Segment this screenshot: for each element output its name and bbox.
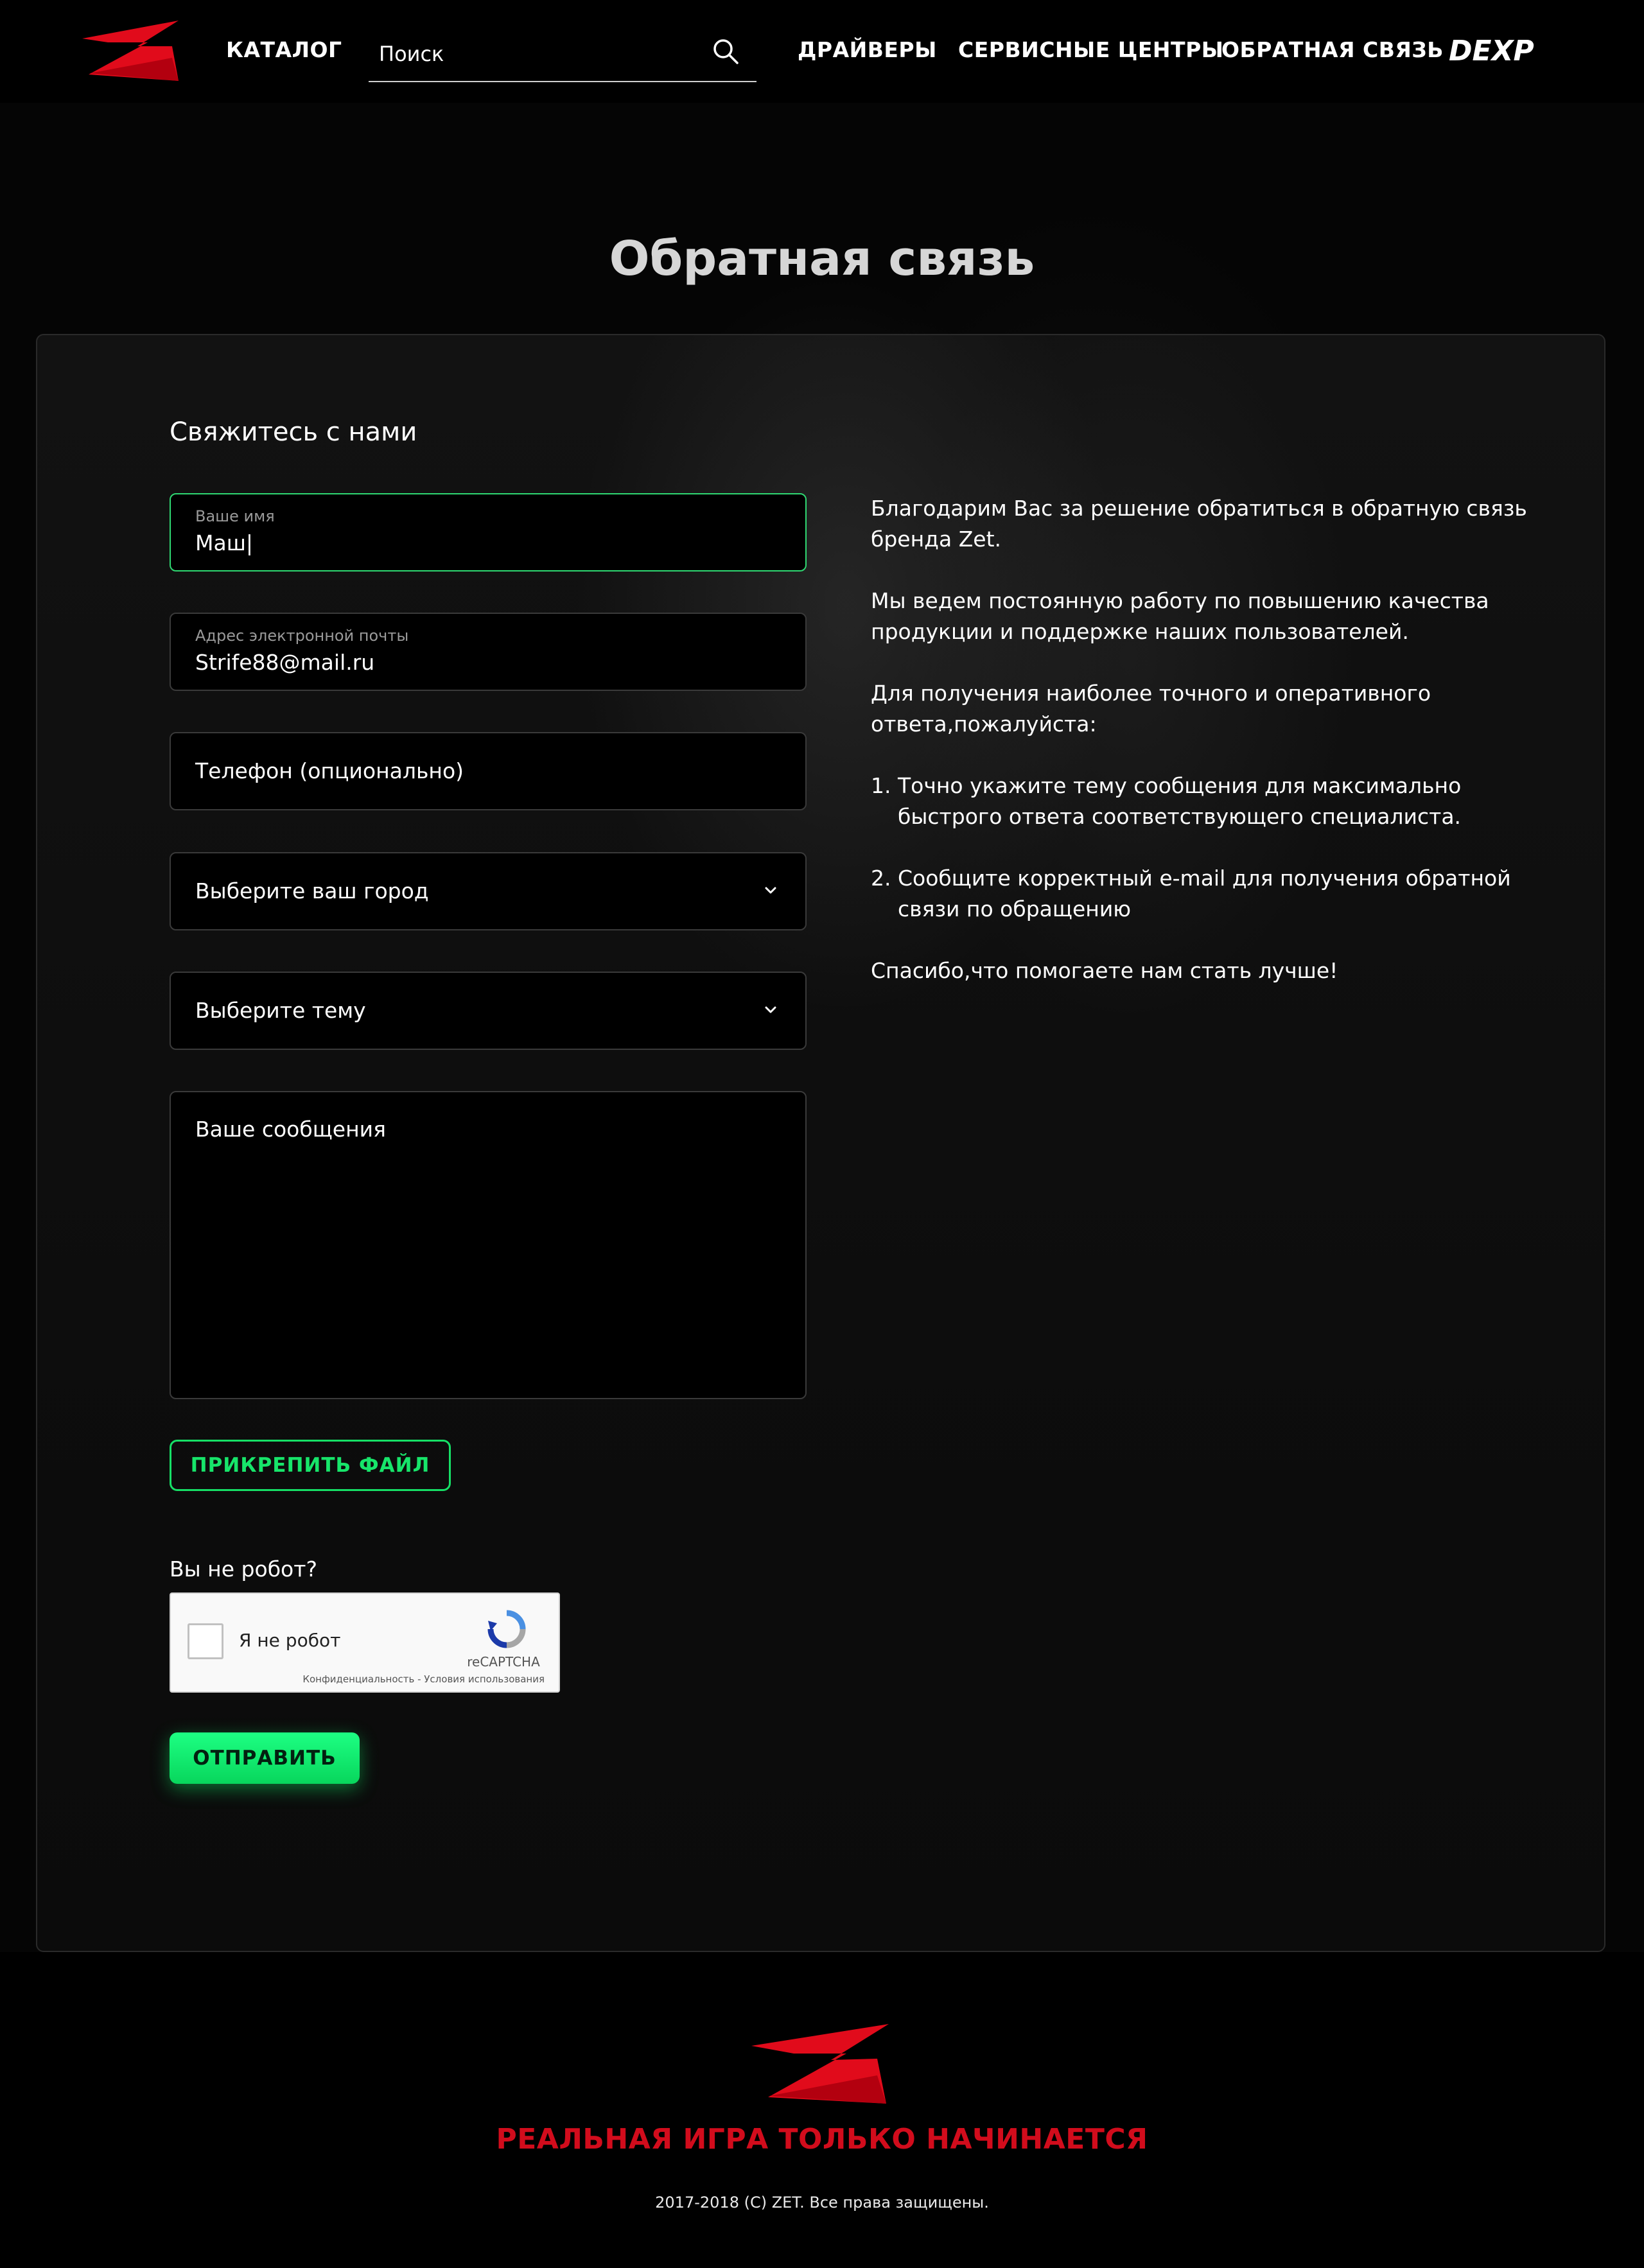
phone-placeholder: Телефон (опционально) xyxy=(195,758,464,783)
page-title: Обратная связь xyxy=(609,231,1035,286)
info-list-item-2: 2. Сообщите корректный e-mail для получе… xyxy=(871,866,1511,921)
chevron-down-icon xyxy=(765,887,776,894)
name-value[interactable]: Маш| xyxy=(195,530,253,555)
captcha-brand: reCAPTCHA xyxy=(467,1654,540,1670)
message-textarea[interactable]: Ваше сообщения xyxy=(170,1091,807,1399)
info-paragraph-3: Для получения наиболее точного и операти… xyxy=(871,681,1431,737)
info-paragraph-2: Мы ведем постоянную работу по повышению … xyxy=(871,588,1489,644)
footer-copyright: 2017-2018 (C) ZET. Все права защищены. xyxy=(655,2194,989,2211)
name-field[interactable]: Ваше имя Маш| xyxy=(170,493,807,571)
captcha-label: Я не робот xyxy=(239,1630,341,1651)
zet-logo-icon[interactable] xyxy=(76,19,185,83)
search-icon[interactable] xyxy=(712,37,740,65)
attach-file-button[interactable]: ПРИКРЕПИТЬ ФАЙЛ xyxy=(170,1440,451,1491)
recaptcha-widget: Я не робот reCAPTCHA Конфиденциальность … xyxy=(170,1592,560,1693)
chevron-down-icon xyxy=(765,1006,776,1013)
submit-button[interactable]: ОТПРАВИТЬ xyxy=(170,1732,360,1784)
email-field[interactable]: Адрес электронной почты Strife88@mail.ru xyxy=(170,613,807,691)
site-header: КАТАЛОГ ДРАЙВЕРЫ СЕРВИСНЫЕ ЦЕНТРЫ ОБРАТН… xyxy=(0,0,1644,103)
city-placeholder: Выберите ваш город xyxy=(195,878,429,903)
nav-drivers[interactable]: ДРАЙВЕРЫ xyxy=(798,37,937,62)
nav-feedback[interactable]: ОБРАТНАЯ СВЯЗЬ xyxy=(1221,37,1444,62)
topic-select[interactable]: Выберите тему xyxy=(170,972,807,1050)
dexp-logo-icon[interactable]: DEXP xyxy=(1449,37,1568,63)
zet-logo-icon[interactable] xyxy=(751,2023,894,2106)
info-paragraph-4: Спасибо,что помогаете нам стать лучше! xyxy=(871,958,1338,983)
info-text: Благодарим Вас за решение обратиться в о… xyxy=(871,493,1539,1017)
phone-field[interactable]: Телефон (опционально) xyxy=(170,732,807,810)
email-label: Адрес электронной почты xyxy=(195,627,409,645)
name-label: Ваше имя xyxy=(195,507,275,525)
info-list-item-1: 1. Точно укажите тему сообщения для макс… xyxy=(871,773,1462,829)
captcha-terms-link[interactable]: Конфиденциальность - Условия использован… xyxy=(171,1673,545,1685)
form-section-title: Свяжитесь с нами xyxy=(170,417,417,447)
search-input[interactable] xyxy=(378,37,701,71)
nav-service-centers[interactable]: СЕРВИСНЫЕ ЦЕНТРЫ xyxy=(958,37,1223,62)
info-paragraph-1: Благодарим Вас за решение обратиться в о… xyxy=(871,496,1527,552)
robot-question: Вы не робот? xyxy=(170,1557,317,1582)
message-placeholder: Ваше сообщения xyxy=(195,1117,386,1142)
nav-catalog[interactable]: КАТАЛОГ xyxy=(226,37,342,62)
footer-tagline: РЕАЛЬНАЯ ИГРА ТОЛЬКО НАЧИНАЕТСЯ xyxy=(496,2123,1148,2156)
topic-placeholder: Выберите тему xyxy=(195,998,366,1023)
search-bar xyxy=(369,26,756,82)
city-select[interactable]: Выберите ваш город xyxy=(170,852,807,930)
recaptcha-icon xyxy=(487,1610,526,1648)
svg-text:DEXP: DEXP xyxy=(1449,37,1534,63)
email-value[interactable]: Strife88@mail.ru xyxy=(195,650,374,675)
captcha-checkbox[interactable] xyxy=(188,1623,223,1659)
